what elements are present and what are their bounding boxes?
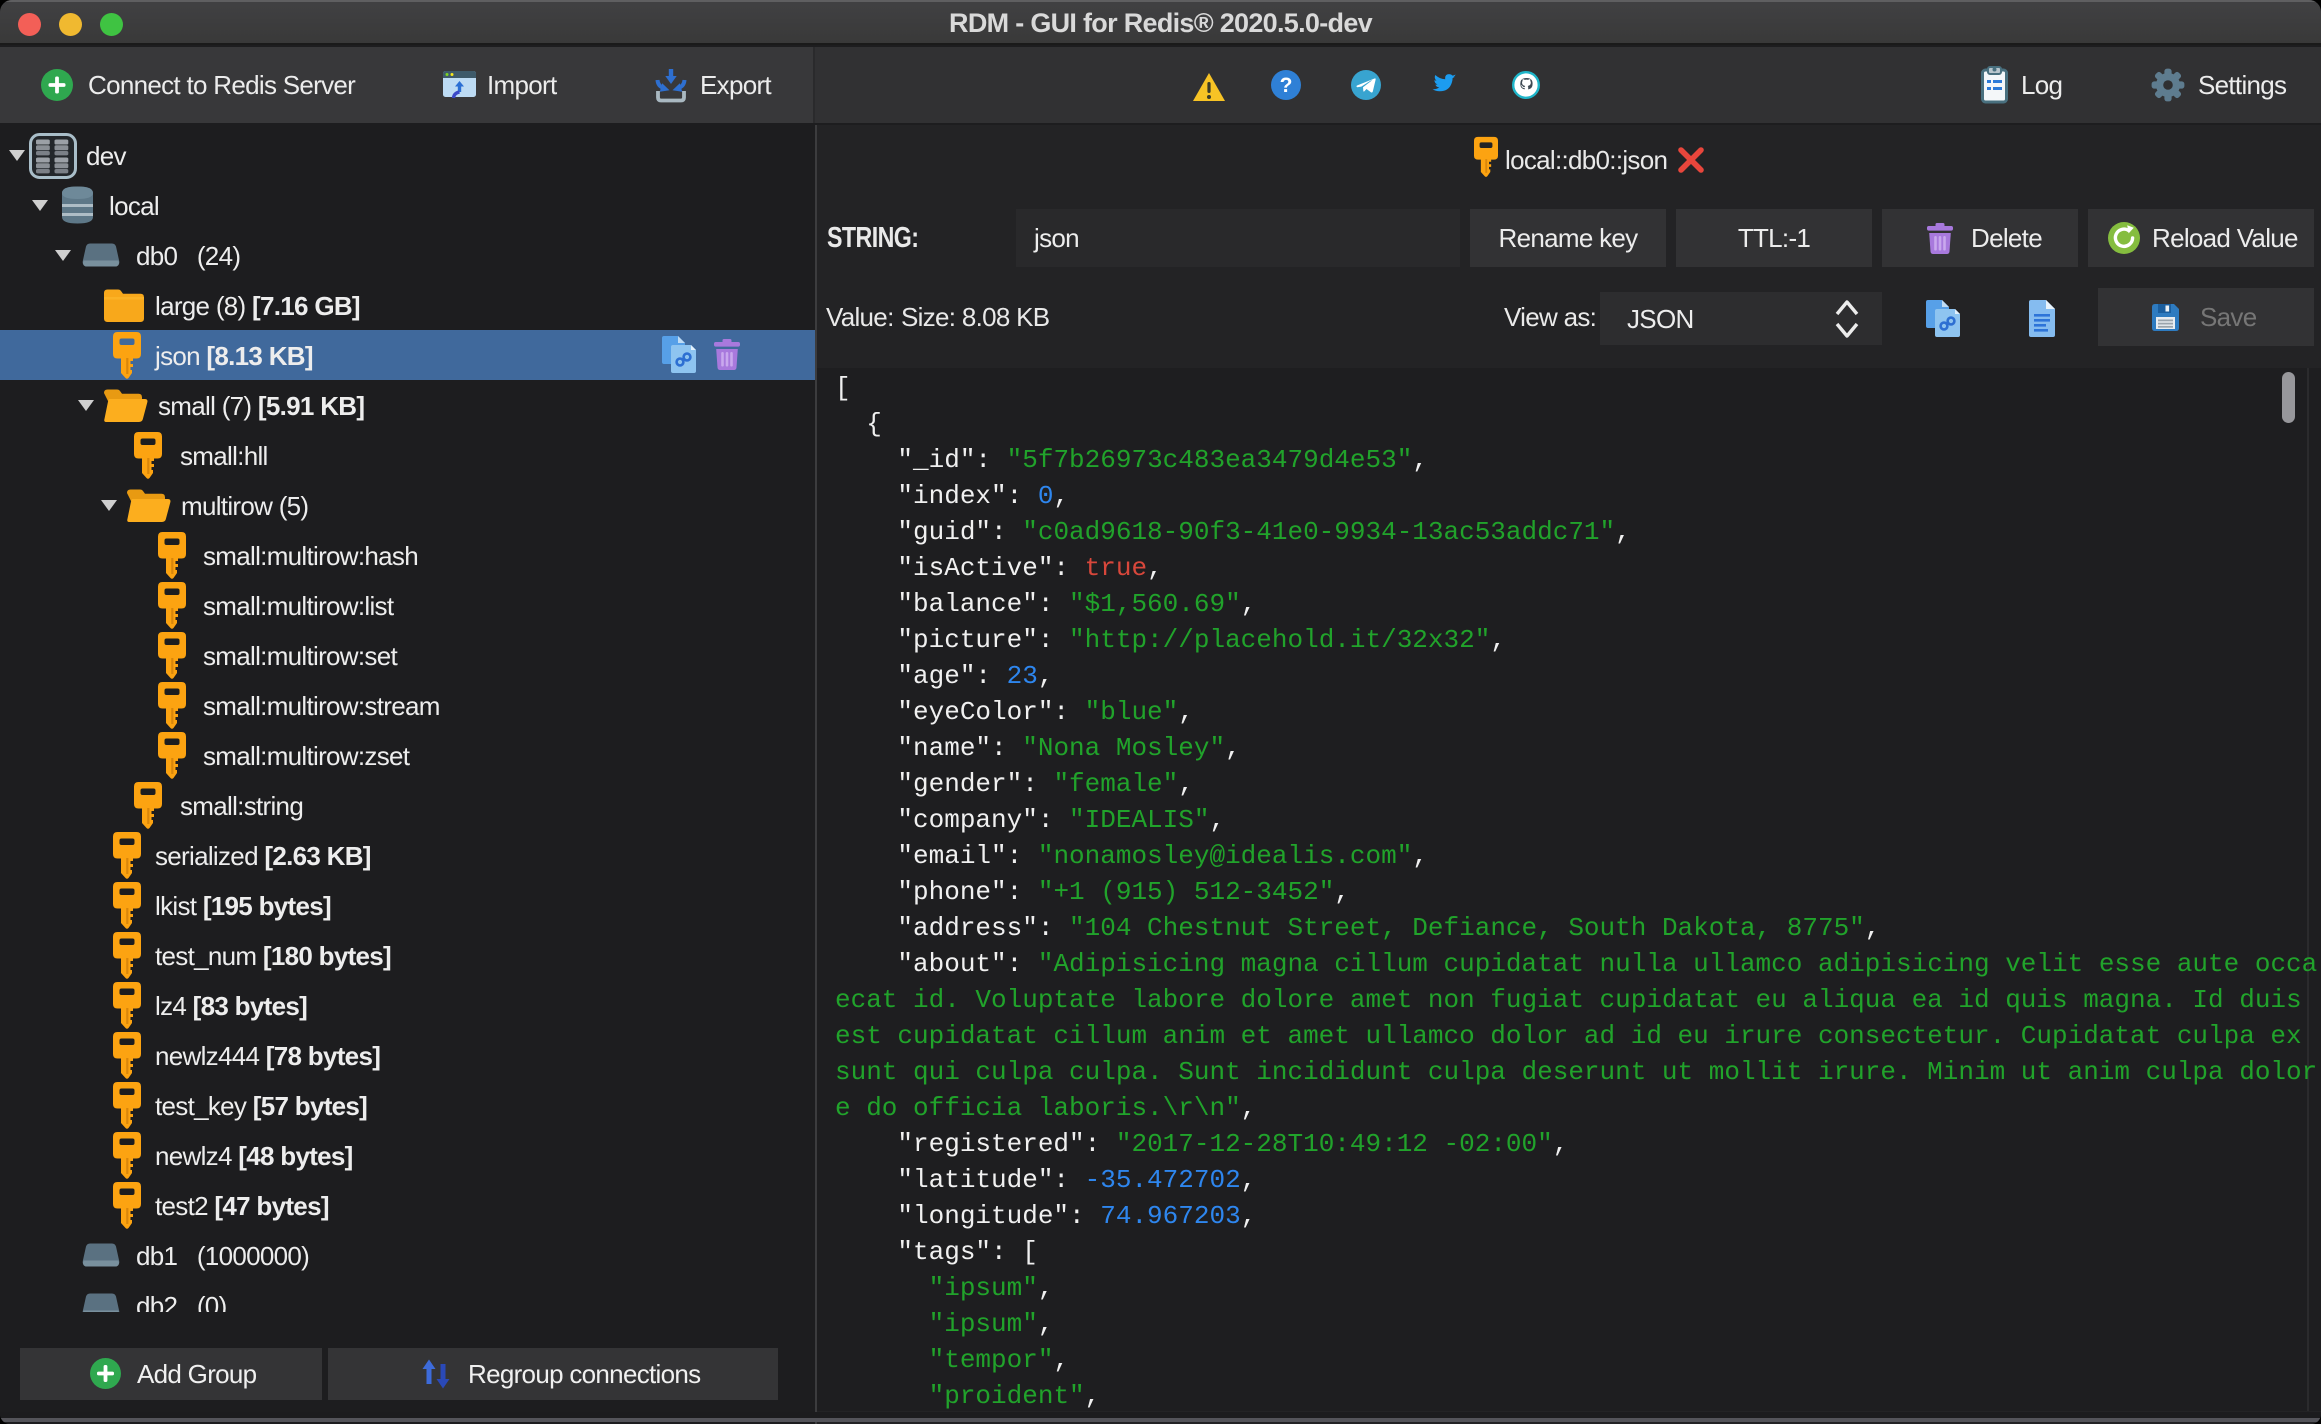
- svg-text:?: ?: [1280, 74, 1293, 97]
